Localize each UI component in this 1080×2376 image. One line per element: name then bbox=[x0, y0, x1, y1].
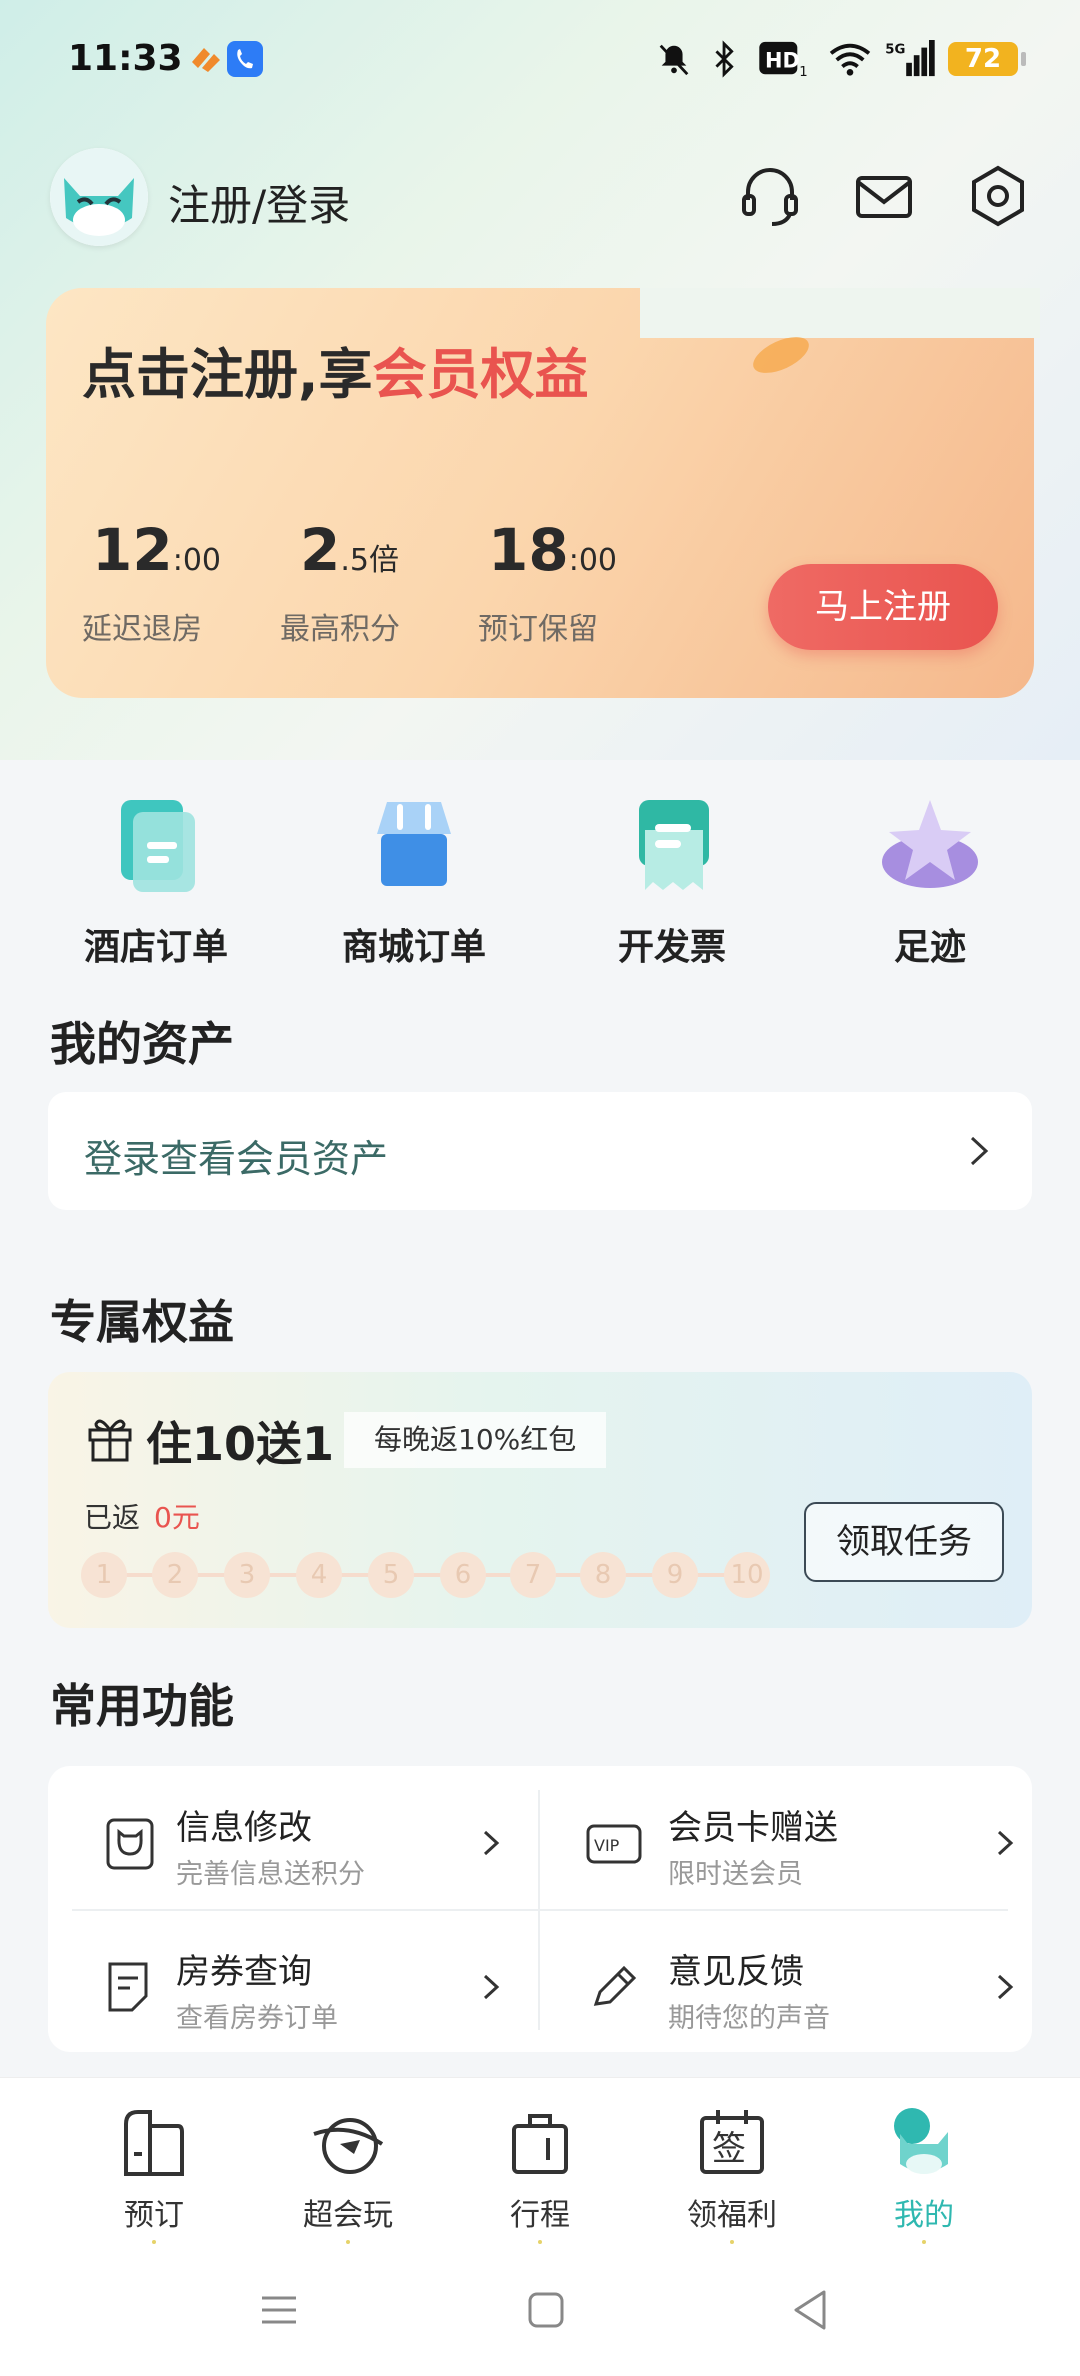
status-time: 11:33 bbox=[68, 38, 183, 79]
stat-late-checkout-label: 延迟退房 bbox=[82, 612, 202, 647]
divider bbox=[72, 1909, 1008, 1911]
stat-booking-hold-label: 预订保留 bbox=[478, 612, 598, 647]
register-promo-title: 点击注册,享会员权益 bbox=[82, 343, 589, 406]
phone-notify-icon bbox=[227, 41, 263, 77]
book-icon bbox=[124, 2110, 184, 2176]
quick-entry-mall-order[interactable]: 商城订单 bbox=[314, 790, 514, 970]
bluetooth-icon bbox=[715, 40, 734, 78]
mall-order-icon bbox=[377, 802, 451, 886]
trip-bag-icon bbox=[512, 2114, 568, 2174]
avatar[interactable] bbox=[50, 148, 148, 246]
mail-icon[interactable] bbox=[848, 160, 920, 232]
svg-text:1: 1 bbox=[799, 65, 807, 78]
benefits-title: 专属权益 bbox=[50, 1295, 234, 1349]
progress-step: 10 bbox=[724, 1552, 770, 1598]
stat-late-checkout: 12:00 bbox=[92, 516, 221, 584]
status-bar: 11:33 HD 1 5G 72 bbox=[0, 0, 1080, 120]
chevron-right-icon bbox=[970, 1136, 989, 1166]
card-notch bbox=[640, 288, 1040, 338]
nav-dot bbox=[538, 2240, 542, 2244]
back-icon[interactable] bbox=[790, 2288, 830, 2332]
progress-step: 3 bbox=[224, 1552, 270, 1598]
stat-booking-hold: 18:00 bbox=[488, 516, 617, 584]
nav-tab-play[interactable]: 超会玩 bbox=[268, 2104, 428, 2244]
assets-login-prompt: 登录查看会员资产 bbox=[84, 1137, 389, 1181]
nav-tab-welfare[interactable]: 签 领福利 bbox=[652, 2104, 812, 2244]
gift-icon bbox=[88, 1419, 132, 1462]
nav-tab-mine[interactable]: 我的 bbox=[844, 2104, 1004, 2244]
signal-5g-icon: 5G bbox=[885, 40, 935, 77]
nav-dot bbox=[152, 2240, 156, 2244]
play-planet-icon bbox=[313, 2118, 384, 2174]
nav-dot bbox=[730, 2240, 734, 2244]
function-item-feedback[interactable]: 意见反馈 期待您的声音 bbox=[560, 1934, 1020, 2044]
nav-tab-book[interactable]: 预订 bbox=[74, 2104, 234, 2244]
menu-icon[interactable] bbox=[258, 2292, 300, 2328]
svg-text:签: 签 bbox=[712, 2129, 746, 2169]
quick-entry-footprint[interactable]: 足迹 bbox=[830, 790, 1030, 970]
svg-text:VIP: VIP bbox=[594, 1836, 620, 1855]
progress-step: 5 bbox=[368, 1552, 414, 1598]
quick-entry-hotel-order[interactable]: 酒店订单 bbox=[56, 790, 256, 970]
chevron-right-icon bbox=[997, 1830, 1014, 1856]
function-item-vip-gift[interactable]: VIP 会员卡赠送 限时送会员 bbox=[560, 1790, 1020, 1900]
settings-icon[interactable] bbox=[962, 160, 1034, 232]
nav-dot bbox=[346, 2240, 350, 2244]
chevron-right-icon bbox=[997, 1974, 1014, 2000]
app-notify-icon bbox=[192, 48, 220, 72]
nav-dot bbox=[922, 2240, 926, 2244]
function-item-edit-info[interactable]: 信息修改 完善信息送积分 bbox=[72, 1790, 512, 1900]
hotel-order-icon bbox=[121, 800, 195, 892]
progress-step: 8 bbox=[580, 1552, 626, 1598]
cat-avatar-icon bbox=[50, 148, 148, 246]
progress-step: 4 bbox=[296, 1552, 342, 1598]
mine-avatar-icon bbox=[894, 2108, 948, 2174]
claim-task-button[interactable]: 领取任务 bbox=[804, 1502, 1004, 1582]
invoice-icon bbox=[639, 800, 709, 890]
voucher-icon bbox=[108, 1962, 148, 2012]
stat-max-points-label: 最高积分 bbox=[280, 612, 400, 647]
returned-amount: 已返 0元 bbox=[84, 1501, 200, 1534]
battery-indicator: 72 bbox=[948, 42, 1026, 76]
quick-entry-invoice[interactable]: 开发票 bbox=[572, 790, 772, 970]
headset-icon[interactable] bbox=[734, 160, 806, 232]
vip-card-icon: VIP bbox=[586, 1824, 642, 1864]
progress-step: 9 bbox=[652, 1552, 698, 1598]
progress-step: 6 bbox=[440, 1552, 486, 1598]
feedback-pen-icon bbox=[593, 1965, 637, 2006]
profile-edit-icon bbox=[106, 1818, 154, 1870]
coin-decoration-icon bbox=[753, 337, 809, 373]
hd-icon: HD1 bbox=[759, 41, 808, 78]
signin-calendar-icon: 签 bbox=[700, 2110, 764, 2174]
stat-max-points: 2.5倍 bbox=[300, 516, 399, 584]
register-now-button[interactable]: 马上注册 bbox=[768, 564, 998, 650]
progress-step: 7 bbox=[510, 1552, 556, 1598]
footprint-star-icon bbox=[882, 800, 978, 888]
progress-step: 1 bbox=[81, 1552, 127, 1598]
progress-step: 2 bbox=[152, 1552, 198, 1598]
login-link[interactable]: 注册/登录 bbox=[168, 172, 350, 233]
function-item-voucher-query[interactable]: 房券查询 查看房券订单 bbox=[72, 1934, 512, 2044]
mute-icon bbox=[659, 44, 689, 76]
promo-tag: 每晚返10%红包 bbox=[344, 1412, 607, 1468]
chevron-right-icon bbox=[483, 1974, 500, 2000]
wifi-icon bbox=[829, 43, 871, 76]
assets-title: 我的资产 bbox=[50, 1017, 234, 1071]
chevron-right-icon bbox=[483, 1830, 500, 1856]
common-functions-title: 常用功能 bbox=[50, 1679, 234, 1733]
svg-text:HD: HD bbox=[765, 49, 800, 73]
home-icon[interactable] bbox=[526, 2290, 566, 2330]
promo-title: 住10送1 bbox=[146, 1417, 335, 1471]
svg-text:5G: 5G bbox=[885, 42, 905, 57]
nav-tab-trip[interactable]: 行程 bbox=[460, 2104, 620, 2244]
